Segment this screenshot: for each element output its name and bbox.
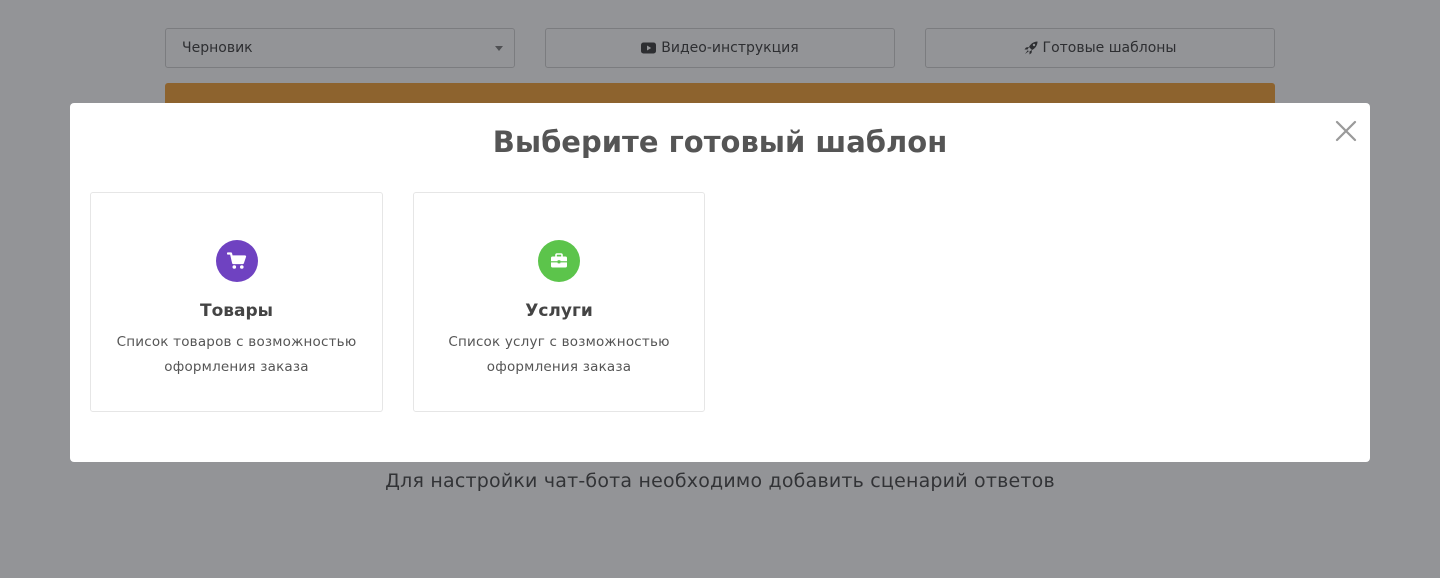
shopping-cart-icon: [215, 240, 258, 282]
modal-title: Выберите готовый шаблон: [492, 125, 948, 159]
card-title: Услуги: [525, 301, 593, 321]
template-card-goods[interactable]: Товары Список товаров с возможностью офо…: [90, 192, 383, 412]
card-title: Товары: [199, 301, 274, 321]
template-card-services[interactable]: Услуги Список услуг с возможностью оформ…: [413, 192, 705, 412]
card-description: Список услуг с возможностью оформления з…: [448, 334, 670, 375]
card-description: Список товаров с возможностью оформления…: [116, 334, 357, 375]
template-picker-modal: Выберите готовый шаблон Товары Список то…: [70, 103, 1370, 462]
briefcase-icon: [538, 240, 580, 282]
close-icon[interactable]: [1334, 119, 1358, 143]
